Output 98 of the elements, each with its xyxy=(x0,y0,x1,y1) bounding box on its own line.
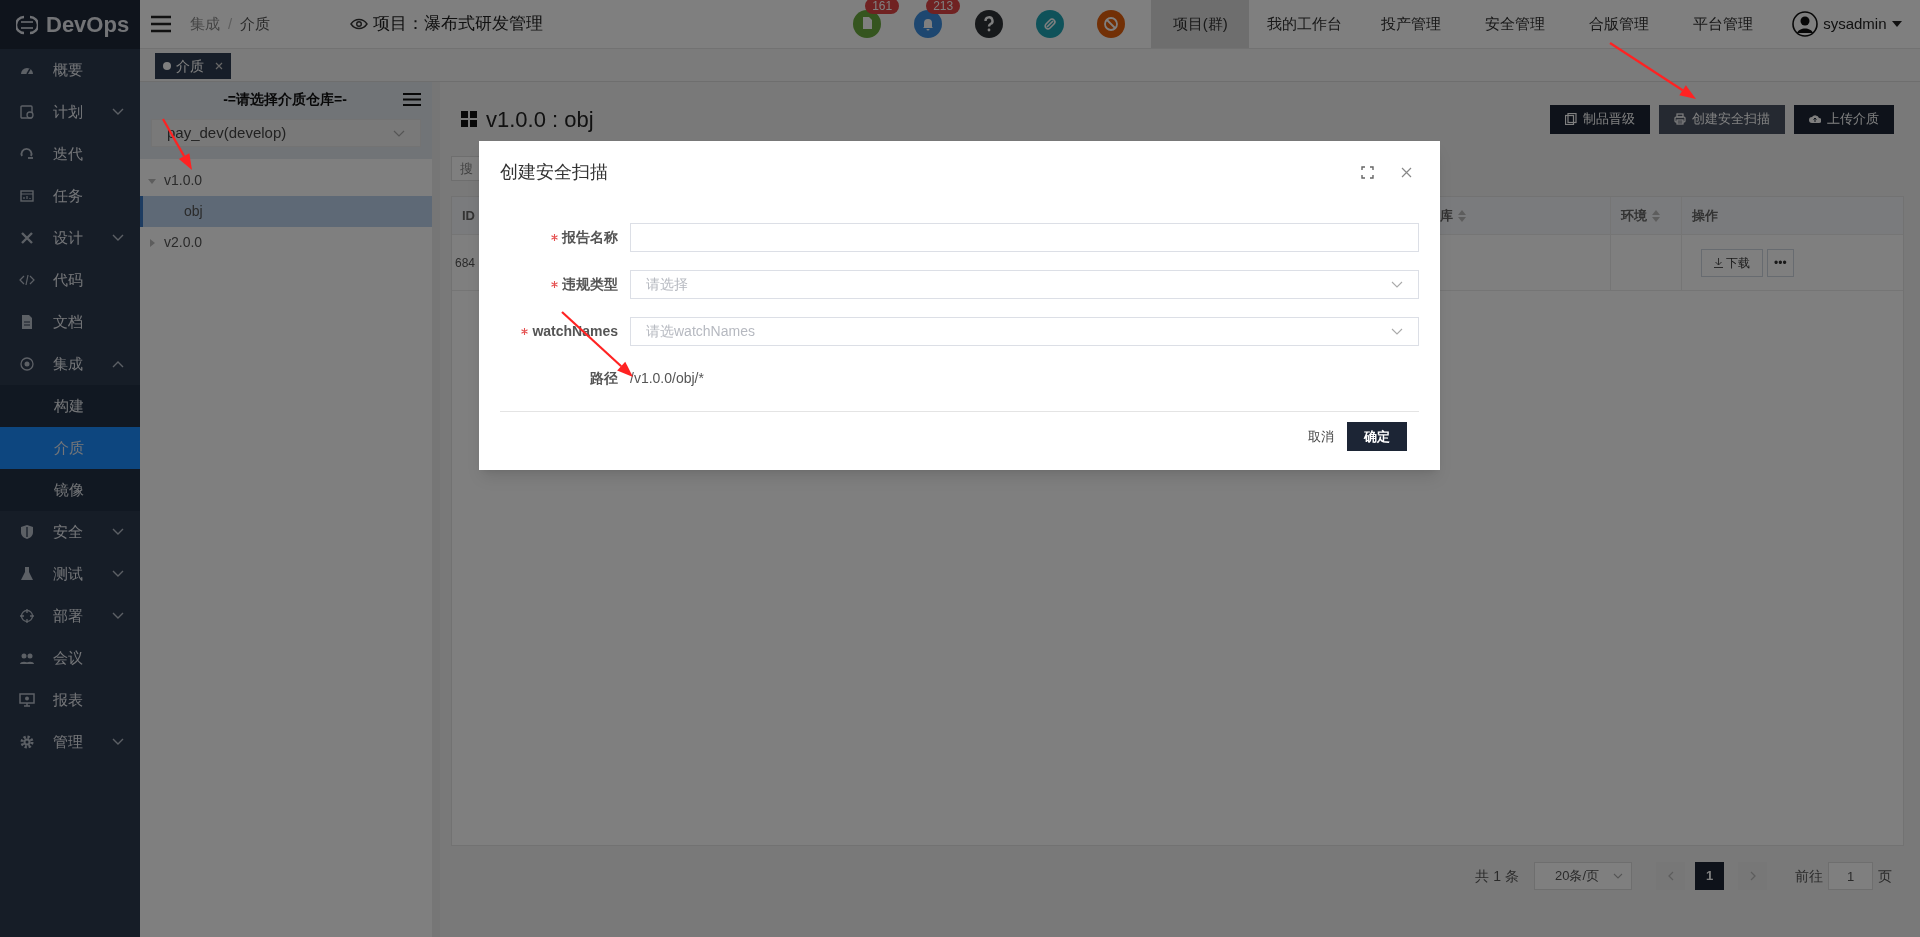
app-logo-text: DevOps xyxy=(46,11,130,39)
tree-node[interactable]: v1.0.0 xyxy=(140,165,432,196)
sidebar-item[interactable]: 安全 xyxy=(0,511,140,553)
download-icon xyxy=(1714,257,1723,268)
sidebar-item[interactable]: 任务 xyxy=(0,175,140,217)
select-field[interactable]: 请选择 xyxy=(630,270,1419,299)
cloud-upload-icon xyxy=(1809,113,1821,125)
shield-icon xyxy=(19,524,35,540)
sort-icon xyxy=(1652,209,1660,222)
sidebar-item[interactable]: 文档 xyxy=(0,301,140,343)
avatar-icon xyxy=(1792,11,1819,37)
help-icon[interactable] xyxy=(975,10,1004,38)
sidebar-item[interactable]: 迭代 xyxy=(0,133,140,175)
close-icon[interactable] xyxy=(215,62,223,70)
input-field[interactable] xyxy=(630,223,1419,252)
page-title: v1.0.0 : obj xyxy=(486,105,595,134)
tree-node[interactable]: v2.0.0 xyxy=(140,227,432,258)
column-header: ID xyxy=(461,206,476,225)
nav-tab[interactable]: 项目(群) xyxy=(1151,0,1250,48)
column-header[interactable]: 环境 xyxy=(1610,197,1681,234)
sidebar-item[interactable]: 概要 xyxy=(0,49,140,91)
document-icon xyxy=(19,314,35,330)
eye-icon xyxy=(350,18,369,30)
logo-icon xyxy=(16,14,38,35)
page-size-select[interactable]: 20条/页 xyxy=(1534,862,1632,890)
path-value: /v1.0.0/obj/* xyxy=(630,369,704,388)
flask-icon xyxy=(19,566,35,582)
printer-icon xyxy=(1674,113,1686,125)
link-icon[interactable] xyxy=(1036,10,1065,38)
tree-node[interactable]: obj xyxy=(140,196,432,227)
crosshair-icon xyxy=(19,608,35,624)
page-button[interactable]: 1 xyxy=(1695,862,1724,890)
field-label: 报告名称 xyxy=(562,228,618,247)
total-count: 共 1 条 xyxy=(1475,866,1519,886)
chevron-down-icon xyxy=(393,129,405,137)
sidebar-item[interactable]: 部署 xyxy=(0,595,140,637)
sidebar-item[interactable]: 计划 xyxy=(0,91,140,133)
chevron-down-icon xyxy=(1613,873,1623,879)
goto-page-field[interactable]: 1 xyxy=(1828,862,1873,890)
sidebar-item[interactable]: 测试 xyxy=(0,553,140,595)
bell-icon[interactable] xyxy=(914,10,943,38)
count-badge: 161 xyxy=(865,0,900,14)
sidebar-subitem[interactable]: 镜像 xyxy=(0,469,140,511)
breadcrumb-separator: / xyxy=(228,13,233,34)
project-title: 项目：瀑布式研发管理 xyxy=(373,13,544,36)
blocked-icon[interactable] xyxy=(1097,10,1126,38)
confirm-button[interactable]: 确定 xyxy=(1347,422,1407,451)
copy-icon xyxy=(1565,113,1577,125)
field-label: 违规类型 xyxy=(562,275,618,294)
table-cell-text: 684 xyxy=(454,254,477,272)
dialog-title: 创建安全扫描 xyxy=(500,160,609,184)
user-name[interactable]: sysadmin xyxy=(1823,12,1887,36)
dot-icon xyxy=(163,62,171,70)
loop-icon xyxy=(19,146,35,162)
breadcrumb-item[interactable]: 介质 xyxy=(240,12,271,36)
sidebar-subitem[interactable]: 构建 xyxy=(0,385,140,427)
column-header: 操作 xyxy=(1681,197,1903,234)
sidebar-item[interactable]: 报表 xyxy=(0,679,140,721)
sidebar-item[interactable]: 代码 xyxy=(0,259,140,301)
nav-tab[interactable]: 合版管理 xyxy=(1567,0,1672,48)
chevron-right-icon xyxy=(1749,871,1756,881)
sort-icon xyxy=(1458,209,1466,222)
close-icon[interactable] xyxy=(1401,166,1412,178)
sidebar-item[interactable]: 会议 xyxy=(0,637,140,679)
sidebar-item[interactable]: 集成 xyxy=(0,343,140,385)
nav-tab[interactable]: 平台管理 xyxy=(1671,0,1776,48)
chevron-left-icon xyxy=(1667,871,1674,881)
goto-suffix: 页 xyxy=(1878,866,1892,886)
action-button[interactable]: 上传介质 xyxy=(1794,104,1894,134)
sidebar-subitem[interactable]: 介质 xyxy=(0,427,140,469)
download-button[interactable]: 下载 xyxy=(1701,248,1763,277)
more-button[interactable]: ••• xyxy=(1767,248,1794,277)
cancel-button[interactable]: 取消 xyxy=(1306,422,1336,451)
goto-label: 前往 xyxy=(1795,866,1823,886)
select-field[interactable]: 请选watchNames xyxy=(630,317,1419,346)
nav-tab[interactable]: 我的工作台 xyxy=(1249,0,1360,48)
action-button[interactable]: 创建安全扫描 xyxy=(1659,104,1785,134)
breadcrumb-item[interactable]: 集成 xyxy=(190,12,220,36)
chevron-down-icon xyxy=(1391,328,1403,335)
settings-icon xyxy=(19,734,35,750)
nav-tab[interactable]: 投产管理 xyxy=(1359,0,1464,48)
field-label: 路径 xyxy=(590,369,618,388)
document-icon[interactable] xyxy=(853,10,882,38)
menu-icon[interactable] xyxy=(150,15,172,33)
action-button[interactable]: 制品晋级 xyxy=(1550,104,1650,134)
sidebar-item[interactable]: 设计 xyxy=(0,217,140,259)
sidebar-item[interactable]: 管理 xyxy=(0,721,140,763)
caret-icon xyxy=(1891,21,1902,27)
monitor-icon xyxy=(19,692,35,708)
fullscreen-icon[interactable] xyxy=(1361,165,1374,179)
panel-title: -=请选择介质仓库=- xyxy=(222,90,348,109)
menu-icon[interactable] xyxy=(403,92,421,107)
code-icon xyxy=(19,272,35,288)
count-badge: 213 xyxy=(926,0,961,14)
nav-tab[interactable]: 安全管理 xyxy=(1463,0,1568,48)
chevron-down-icon xyxy=(1391,281,1403,288)
page-tab[interactable]: 介质 xyxy=(155,53,231,79)
grid-icon xyxy=(461,111,477,127)
